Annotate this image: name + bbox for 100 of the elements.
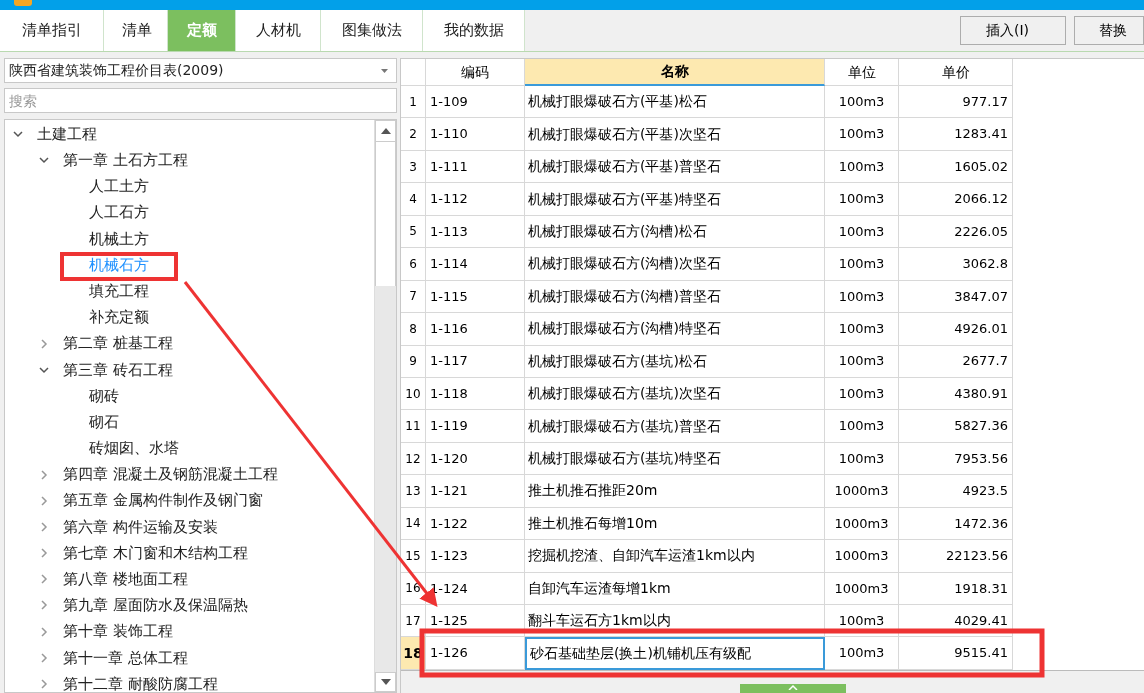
table-cell: 100m3	[825, 605, 899, 638]
app-logo-icon	[14, 0, 32, 6]
chevron-right-icon[interactable]	[39, 652, 49, 663]
table-cell: 1000m3	[825, 507, 899, 541]
tree-item[interactable]: 砌砖	[89, 384, 119, 408]
toolbar-button[interactable]: 替换	[1074, 16, 1144, 45]
table-cell: 1-116	[426, 313, 525, 346]
row-number: 10	[401, 377, 426, 411]
tree-item[interactable]: 第十一章 总体工程	[63, 646, 188, 670]
table-cell: 4923.5	[899, 475, 1013, 508]
tree-item[interactable]: 第三章 砖石工程	[63, 358, 173, 382]
tree-item[interactable]: 土建工程	[37, 122, 97, 146]
tree-item[interactable]: 第七章 木门窗和木结构工程	[63, 541, 248, 565]
chevron-down-icon[interactable]	[13, 129, 23, 140]
tree-item[interactable]: 砖烟囱、水塔	[89, 437, 179, 460]
table-cell: 5827.36	[899, 410, 1013, 443]
tab[interactable]: 清单	[104, 10, 168, 51]
table-cell: 100m3	[825, 637, 899, 670]
expand-handle[interactable]	[739, 684, 846, 693]
chevron-right-icon[interactable]	[39, 548, 49, 559]
tree-item[interactable]: 第四章 混凝土及钢筋混凝土工程	[63, 463, 278, 486]
table-cell: 推土机推石每增10m	[525, 507, 825, 541]
table-cell: 机械打眼爆破石方(平基)普坚石	[525, 150, 825, 184]
row-number: 16	[401, 572, 426, 605]
tree-item[interactable]: 人工石方	[89, 201, 149, 224]
table-cell: 1-113	[426, 215, 525, 249]
tree-item[interactable]: 第五章 金属构件制作及钢门窗	[63, 489, 263, 512]
tree-item[interactable]: 第二章 桩基工程	[63, 332, 173, 355]
chevron-right-icon[interactable]	[39, 574, 49, 585]
tree-item[interactable]: 第十二章 耐酸防腐工程	[63, 672, 218, 692]
toolbar-button[interactable]: 插入(I)	[960, 16, 1066, 45]
table-cell: 机械打眼爆破石方(沟槽)次坚石	[525, 248, 825, 281]
table-cell: 4029.41	[899, 605, 1013, 638]
chevron-down-icon[interactable]	[39, 364, 49, 375]
search-field[interactable]: 搜索	[4, 88, 397, 113]
table-cell: 1-119	[426, 410, 525, 443]
chevron-down-icon[interactable]	[39, 155, 49, 166]
row-number: 1	[401, 86, 426, 119]
scroll-down-icon[interactable]	[380, 679, 391, 685]
table-cell: 2677.7	[899, 345, 1013, 378]
row-number: 6	[401, 248, 426, 281]
tree-item[interactable]: 第六章 构件运输及安装	[63, 515, 218, 539]
row-number: 12	[401, 442, 426, 476]
tree-item[interactable]: 砌石	[89, 410, 119, 434]
table-cell: 机械打眼爆破石方(沟槽)普坚石	[525, 280, 825, 314]
table-cell: 1472.36	[899, 507, 1013, 541]
tree-item[interactable]: 第一章 土石方工程	[63, 149, 188, 172]
chevron-right-icon[interactable]	[39, 469, 49, 480]
tree-item[interactable]: 人工土方	[89, 175, 149, 198]
tab[interactable]: 清单指引	[0, 10, 104, 51]
header-cell	[401, 59, 426, 86]
column-header[interactable]: 名称	[525, 59, 825, 86]
scroll-up-icon[interactable]	[380, 128, 391, 134]
table-cell: 100m3	[825, 442, 899, 476]
tab[interactable]: 我的数据	[423, 10, 525, 51]
tree-item[interactable]: 补充定额	[89, 306, 149, 329]
tab[interactable]: 图集做法	[321, 10, 423, 51]
tree-item[interactable]: 第九章 屋面防水及保温隔热	[63, 594, 248, 617]
table-cell: 机械打眼爆破石方(基坑)松石	[525, 345, 825, 378]
table-cell: 100m3	[825, 313, 899, 346]
chevron-right-icon[interactable]	[39, 679, 49, 690]
chevron-right-icon[interactable]	[39, 521, 49, 532]
dropdown-caret-icon	[381, 68, 388, 73]
scrollbar[interactable]	[374, 120, 396, 692]
table-cell: 1-115	[426, 280, 525, 314]
column-header[interactable]: 单位	[825, 59, 899, 86]
chevron-right-icon[interactable]	[39, 495, 49, 506]
row-number: 4	[401, 183, 426, 216]
table-cell: 22123.56	[899, 540, 1013, 573]
table-cell: 1-118	[426, 377, 525, 411]
table-cell: 1000m3	[825, 475, 899, 508]
table-cell: 1-120	[426, 442, 525, 476]
table-cell: 100m3	[825, 345, 899, 378]
table-cell: 100m3	[825, 280, 899, 314]
table-cell: 砂石基础垫层(换土)机铺机压有级配	[525, 637, 825, 670]
tree-item[interactable]: 第十章 装饰工程	[63, 620, 173, 643]
tree-item[interactable]: 机械土方	[89, 227, 149, 251]
tree-item[interactable]: 填充工程	[89, 279, 149, 303]
row-number: 14	[401, 507, 426, 541]
tree-item[interactable]: 第八章 楼地面工程	[63, 568, 188, 591]
table-cell: 1-125	[426, 605, 525, 638]
row-number: 7	[401, 280, 426, 314]
table-cell: 7953.56	[899, 442, 1013, 476]
table-cell: 3062.8	[899, 248, 1013, 281]
chevron-right-icon[interactable]	[39, 600, 49, 611]
column-header[interactable]: 单价	[899, 59, 1013, 86]
table-cell: 推土机推石推距20m	[525, 475, 825, 508]
row-number: 13	[401, 475, 426, 508]
tab[interactable]: 人材机	[236, 10, 321, 51]
chevron-up-icon	[787, 684, 798, 690]
chevron-right-icon[interactable]	[39, 338, 49, 349]
chevron-right-icon[interactable]	[39, 626, 49, 637]
table-cell: 机械打眼爆破石方(基坑)普坚石	[525, 410, 825, 443]
scrollbar-thumb[interactable]	[375, 142, 396, 286]
row-number: 3	[401, 150, 426, 184]
table-cell: 1000m3	[825, 572, 899, 605]
table-cell: 1-123	[426, 540, 525, 573]
library-dropdown[interactable]: 陕西省建筑装饰工程价目表(2009)	[4, 58, 397, 83]
table-cell: 1605.02	[899, 150, 1013, 184]
table-cell: 机械打眼爆破石方(平基)特坚石	[525, 183, 825, 216]
